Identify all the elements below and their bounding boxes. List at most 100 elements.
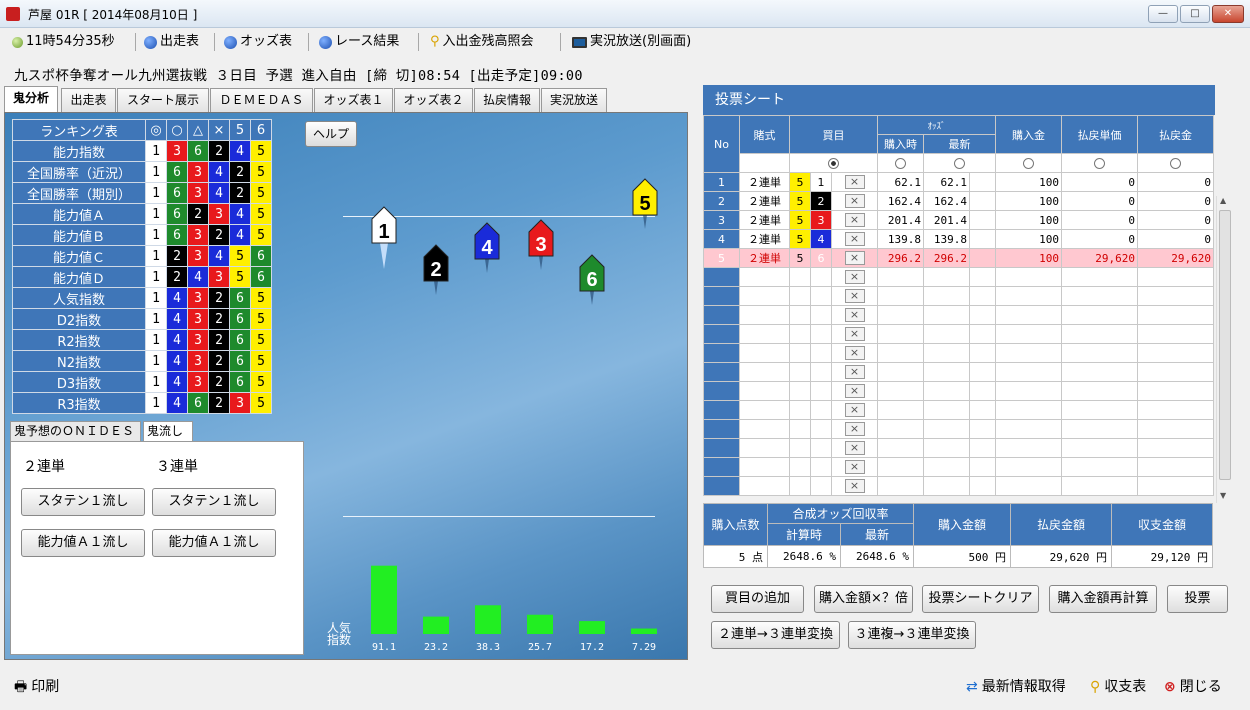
bet-amount: 100 xyxy=(995,210,1062,230)
sort-radio[interactable] xyxy=(1023,158,1034,169)
exacta-nouryoku-button[interactable]: 能力値Ａ１流し xyxy=(21,529,145,557)
tab-odds2[interactable]: オッズ表２ xyxy=(394,88,473,112)
tab-demedas[interactable]: ＤＥＭＥＤＡＳ xyxy=(210,88,313,112)
close-label: 閉じる xyxy=(1179,679,1222,695)
tab-odds1[interactable]: オッズ表１ xyxy=(314,88,393,112)
delete-row-button[interactable]: × xyxy=(844,232,865,246)
rank-lane-cell: 2 xyxy=(208,392,230,414)
rank-lane-cell: 2 xyxy=(187,203,209,225)
delete-row-button[interactable]: × xyxy=(844,403,865,417)
empty-row[interactable]: × xyxy=(703,381,1214,401)
add-combo-button[interactable]: 買目の追加 xyxy=(711,585,804,613)
analysis-panel: 123456 91.1 23.2 38.3 25.7 17.2 7.29 人気 指数 ラン… xyxy=(4,112,688,660)
live-label: 実況放送(別画面) xyxy=(590,34,692,49)
empty-row[interactable]: × xyxy=(703,438,1214,458)
sort-radio[interactable] xyxy=(895,158,906,169)
tab-payout-info[interactable]: 払戻情報 xyxy=(474,88,540,112)
bet-row[interactable]: 2 ２連単 5 2 × 162.4 162.4 100 0 0 xyxy=(703,191,1214,211)
empty-row[interactable]: × xyxy=(703,400,1214,420)
odds-button[interactable]: オッズ表 xyxy=(224,32,292,52)
empty-row[interactable]: × xyxy=(703,457,1214,477)
results-button[interactable]: レース結果 xyxy=(319,32,399,52)
rank-lane-cell: 5 xyxy=(250,392,272,414)
ranking-row: 全国勝率（期別） 1 6 3 4 2 5 xyxy=(12,182,272,204)
empty-row[interactable]: × xyxy=(703,419,1214,439)
clear-sheet-button[interactable]: 投票シートクリア xyxy=(922,585,1039,613)
rank-lane-cell: 5 xyxy=(250,371,272,393)
points-header: 購入点数 xyxy=(703,503,768,546)
exacta-to-trifecta-button[interactable]: ２連単→３連単変換 xyxy=(711,621,840,649)
boat-4: 4 xyxy=(474,222,500,273)
bet-row[interactable]: 1 ２連単 5 1 × 62.1 62.1 100 0 0 xyxy=(703,172,1214,192)
delete-row-button[interactable]: × xyxy=(844,384,865,398)
trifecta-staten-button[interactable]: スタテン１流し xyxy=(152,488,276,516)
empty-row[interactable]: × xyxy=(703,305,1214,325)
tab-onides[interactable]: 鬼予想のＯＮＩＤＥＳ xyxy=(10,421,141,441)
sort-radio[interactable] xyxy=(1170,158,1181,169)
delete-row-button[interactable]: × xyxy=(844,479,865,493)
maximize-button[interactable]: □ xyxy=(1180,5,1210,23)
scroll-thumb[interactable] xyxy=(1219,210,1231,480)
balance-button[interactable]: ⚲ 入出金残高照会 xyxy=(430,32,534,52)
rank-lane-cell: 6 xyxy=(166,224,188,246)
delete-row-button[interactable]: × xyxy=(844,327,865,341)
bet-row[interactable]: 3 ２連単 5 3 × 201.4 201.4 100 0 0 xyxy=(703,210,1214,230)
help-button[interactable]: ヘルプ xyxy=(305,121,357,147)
sheet-scrollbar[interactable]: ▲ ▼ xyxy=(1216,196,1232,503)
scroll-up-icon[interactable]: ▲ xyxy=(1220,196,1226,205)
multiply-amount-button[interactable]: 購入金額×？倍 xyxy=(814,585,913,613)
close-app-button[interactable]: ⊗ 閉じる xyxy=(1164,677,1222,697)
delete-row-button[interactable]: × xyxy=(844,175,865,189)
rank-lane-cell: 4 xyxy=(208,245,230,267)
print-button[interactable]: 🖶 印刷 xyxy=(14,677,59,697)
bet-row[interactable]: 4 ２連単 5 4 × 139.8 139.8 100 0 0 xyxy=(703,229,1214,249)
delete-row-button[interactable]: × xyxy=(844,346,865,360)
delete-row-button[interactable]: × xyxy=(844,270,865,284)
minimize-button[interactable]: — xyxy=(1148,5,1178,23)
payout: 29,620 xyxy=(1137,248,1214,268)
sort-radio[interactable] xyxy=(1094,158,1105,169)
delete-row-button[interactable]: × xyxy=(844,422,865,436)
trio-to-trifecta-button[interactable]: ３連複→３連単変換 xyxy=(848,621,976,649)
ranking-table: ランキング表 ◎ ○ △ × 5 6 能力指数 1 3 6 2 4 5 全国勝率（近況） 1 6 3 4 2 5 全国勝率… xyxy=(12,119,272,414)
delete-row-button[interactable]: × xyxy=(844,365,865,379)
refresh-button[interactable]: ⇄ 最新情報取得 xyxy=(966,677,1066,697)
empty-row[interactable]: × xyxy=(703,267,1214,287)
live-broadcast-button[interactable]: 実況放送(別画面) xyxy=(572,32,691,52)
empty-row[interactable]: × xyxy=(703,343,1214,363)
tab-oni-nagashi[interactable]: 鬼流し xyxy=(143,421,193,441)
empty-row[interactable]: × xyxy=(703,286,1214,306)
rank-lane-cell: 4 xyxy=(229,203,251,225)
vote-button[interactable]: 投票 xyxy=(1167,585,1228,613)
recalc-button[interactable]: 購入金額再計算 xyxy=(1049,585,1157,613)
bet-amount: 100 xyxy=(995,229,1062,249)
empty-row[interactable]: × xyxy=(703,476,1214,496)
scroll-down-icon[interactable]: ▼ xyxy=(1220,491,1226,500)
delete-row-button[interactable]: × xyxy=(844,251,865,265)
delete-row-button[interactable]: × xyxy=(844,194,865,208)
delete-row-button[interactable]: × xyxy=(844,441,865,455)
tab-live[interactable]: 実況放送 xyxy=(541,88,607,112)
tab-start-exhibit[interactable]: スタート展示 xyxy=(117,88,209,112)
ledger-button[interactable]: ⚲ 収支表 xyxy=(1090,677,1146,697)
entries-button[interactable]: 出走表 xyxy=(144,32,199,52)
empty-row[interactable]: × xyxy=(703,362,1214,382)
rank-lane-cell: 1 xyxy=(145,329,167,351)
close-window-button[interactable]: ✕ xyxy=(1212,5,1244,23)
trifecta-nouryoku-button[interactable]: 能力値Ａ１流し xyxy=(152,529,276,557)
tab-entries[interactable]: 出走表 xyxy=(61,88,116,112)
delete-row-button[interactable]: × xyxy=(844,308,865,322)
boat-number: 2 xyxy=(430,259,441,281)
tab-oni-analysis[interactable]: 鬼分析 xyxy=(4,86,58,112)
delete-row-button[interactable]: × xyxy=(844,289,865,303)
bet-type: ２連単 xyxy=(739,210,790,230)
delete-row-button[interactable]: × xyxy=(844,460,865,474)
rank-lane-cell: 5 xyxy=(250,329,272,351)
sort-radio[interactable] xyxy=(828,158,839,169)
exacta-staten-button[interactable]: スタテン１流し xyxy=(21,488,145,516)
empty-row[interactable]: × xyxy=(703,324,1214,344)
sort-radio[interactable] xyxy=(954,158,965,169)
chart-bar xyxy=(527,614,553,634)
delete-row-button[interactable]: × xyxy=(844,213,865,227)
bet-row[interactable]: 5 ２連単 5 6 × 296.2 296.2 100 29,620 29,620 xyxy=(703,248,1214,268)
